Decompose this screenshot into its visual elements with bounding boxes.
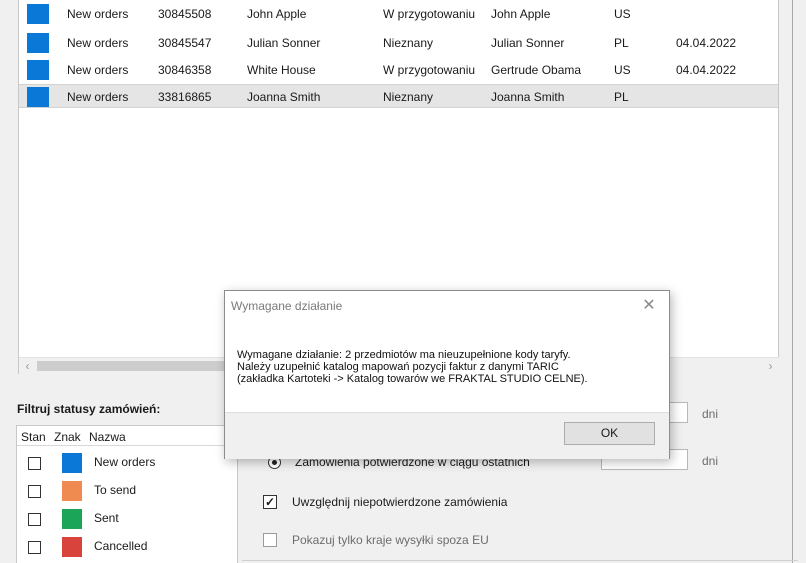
dialog-button-bar: OK xyxy=(225,412,669,459)
order-customer: John Apple xyxy=(491,7,551,21)
status-list-header: Stan Znak Nazwa xyxy=(17,426,237,446)
order-country: PL xyxy=(614,36,629,50)
dialog-message-line: Wymagane działanie: 2 przedmiotów ma nie… xyxy=(237,349,571,361)
status-color-swatch xyxy=(62,453,82,473)
include-unconfirmed-label: Uwzględnij niepotwierdzone zamówienia xyxy=(292,495,508,509)
order-customer: Joanna Smith xyxy=(491,90,565,104)
close-icon[interactable]: ✕ xyxy=(638,295,660,317)
divider xyxy=(242,560,798,561)
order-customer: Julian Sonner xyxy=(491,36,565,50)
order-status: New orders xyxy=(67,90,129,104)
order-number: 30845547 xyxy=(158,36,212,50)
status-item[interactable]: Sent xyxy=(17,506,237,534)
status-color-swatch xyxy=(27,4,49,24)
order-status: New orders xyxy=(67,36,129,50)
only-non-eu-label: Pokazuj tylko kraje wysyłki spoza EU xyxy=(292,533,489,547)
status-item[interactable]: New orders xyxy=(17,450,237,478)
order-state: W przygotowaniu xyxy=(383,7,476,21)
order-status: New orders xyxy=(67,7,129,21)
order-state: Nieznany xyxy=(383,36,434,50)
status-color-swatch xyxy=(27,60,49,80)
order-number: 30846358 xyxy=(158,63,212,77)
chevron-right-icon[interactable]: › xyxy=(762,358,779,374)
order-name: Joanna Smith xyxy=(247,90,321,104)
header-nazwa[interactable]: Nazwa xyxy=(89,430,126,444)
status-checkbox[interactable] xyxy=(28,513,41,526)
order-date: 04.04.2022 xyxy=(676,36,737,50)
only-non-eu-checkbox[interactable] xyxy=(263,533,277,547)
order-country: US xyxy=(614,7,631,21)
dialog-titlebar[interactable]: Wymagane działanie ✕ xyxy=(225,291,669,322)
order-name: White House xyxy=(247,63,316,77)
checkmark-icon: ✓ xyxy=(264,495,276,509)
status-label: To send xyxy=(94,483,137,497)
status-item[interactable]: Cancelled xyxy=(17,534,237,562)
status-checkbox[interactable] xyxy=(28,457,41,470)
days-unit-label: dni xyxy=(702,454,719,468)
required-action-dialog: Wymagane działanie ✕ Wymagane działanie:… xyxy=(224,290,670,459)
order-row[interactable]: New orders 30845508 John Apple W przygot… xyxy=(19,2,778,26)
status-label: Sent xyxy=(94,511,119,525)
include-unconfirmed-checkbox[interactable]: ✓ xyxy=(263,495,277,509)
status-color-swatch xyxy=(27,33,49,53)
order-row-selected[interactable]: New orders 33816865 Joanna Smith Nieznan… xyxy=(19,84,778,108)
ok-button[interactable]: OK xyxy=(564,422,655,445)
dialog-message: Wymagane działanie: 2 przedmiotów ma nie… xyxy=(237,349,588,385)
dialog-message-line: (zakładka Kartoteki -> Katalog towarów w… xyxy=(237,373,588,385)
order-state: W przygotowaniu xyxy=(383,63,476,77)
header-stan[interactable]: Stan xyxy=(21,430,46,444)
order-status: New orders xyxy=(67,63,129,77)
days-unit-label: dni xyxy=(702,407,719,421)
order-date: 04.04.2022 xyxy=(676,63,737,77)
order-number: 30845508 xyxy=(158,7,212,21)
order-customer: Gertrude Obama xyxy=(491,63,582,77)
order-row[interactable]: New orders 30845547 Julian Sonner Niezna… xyxy=(19,31,778,55)
dialog-message-line: Należy uzupełnić katalog mapowań pozycji… xyxy=(237,361,559,373)
status-filter-list: Stan Znak Nazwa New orders To send Sent … xyxy=(16,425,238,563)
status-color-swatch xyxy=(27,87,49,107)
status-color-swatch xyxy=(62,481,82,501)
order-number: 33816865 xyxy=(158,90,212,104)
order-country: US xyxy=(614,63,631,77)
window-edge xyxy=(792,0,793,563)
status-color-swatch xyxy=(62,537,82,557)
status-color-swatch xyxy=(62,509,82,529)
filter-title: Filtruj statusy zamówień: xyxy=(17,402,161,416)
status-checkbox[interactable] xyxy=(28,485,41,498)
order-name: Julian Sonner xyxy=(247,36,321,50)
order-name: John Apple xyxy=(247,7,307,21)
status-checkbox[interactable] xyxy=(28,541,41,554)
order-country: PL xyxy=(614,90,629,104)
order-state: Nieznany xyxy=(383,90,434,104)
status-label: New orders xyxy=(94,455,156,469)
dialog-title: Wymagane działanie xyxy=(231,299,343,313)
header-znak[interactable]: Znak xyxy=(54,430,81,444)
status-item[interactable]: To send xyxy=(17,478,237,506)
order-row[interactable]: New orders 30846358 White House W przygo… xyxy=(19,58,778,82)
chevron-left-icon[interactable]: ‹ xyxy=(19,358,36,374)
status-label: Cancelled xyxy=(94,539,148,553)
